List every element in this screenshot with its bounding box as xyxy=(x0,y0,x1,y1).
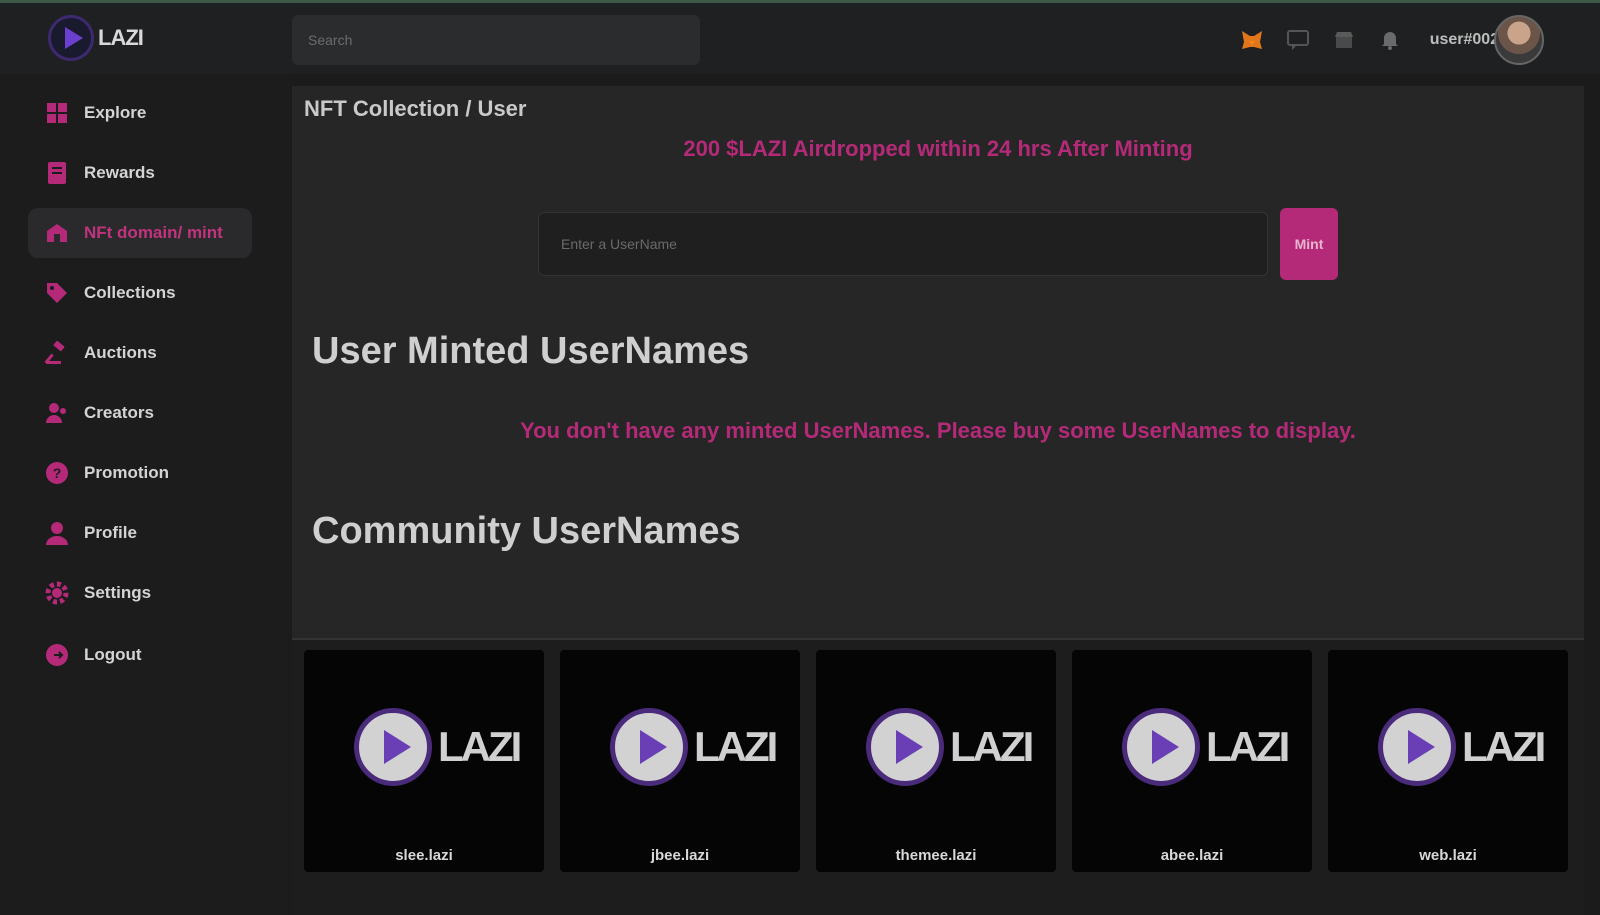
sidebar-item-explore[interactable]: Explore xyxy=(28,88,252,138)
sidebar-item-auctions[interactable]: Auctions xyxy=(28,328,252,378)
avatar[interactable] xyxy=(1494,15,1544,65)
tag-icon xyxy=(44,280,70,306)
chat-icon[interactable] xyxy=(1286,28,1310,52)
username-card[interactable]: LAZI themee.lazi xyxy=(816,650,1056,872)
explore-icon xyxy=(44,100,70,126)
sidebar-item-label: Profile xyxy=(84,523,137,542)
community-heading: Community UserNames xyxy=(312,510,741,552)
card-username: web.lazi xyxy=(1419,847,1477,864)
lazi-logo-icon: LAZI xyxy=(1122,708,1290,786)
sidebar-item-label: Creators xyxy=(84,403,154,422)
sidebar-item-nft-domain-mint[interactable]: NFt domain/ mint xyxy=(28,208,252,258)
promo-banner: 200 $LAZI Airdropped within 24 hrs After… xyxy=(683,136,1193,161)
bell-icon[interactable] xyxy=(1378,28,1402,52)
sidebar-item-label: Promotion xyxy=(84,463,169,482)
app-logo[interactable]: LAZI xyxy=(48,12,148,64)
sidebar: Explore Rewards NFt domain/ mint Collect… xyxy=(0,74,290,915)
gear-icon xyxy=(44,580,70,606)
sidebar-item-label: NFt domain/ mint xyxy=(84,223,223,242)
sidebar-item-collections[interactable]: Collections xyxy=(28,268,252,318)
sidebar-item-label: Auctions xyxy=(84,343,157,362)
card-username: jbee.lazi xyxy=(650,847,710,864)
sidebar-item-label: Rewards xyxy=(84,163,155,182)
search-input[interactable] xyxy=(292,15,700,65)
lazi-logo-icon: LAZI xyxy=(610,708,778,786)
username-card[interactable]: LAZI slee.lazi xyxy=(304,650,544,872)
card-username: slee.lazi xyxy=(395,847,453,864)
card-username: abee.lazi xyxy=(1160,847,1224,864)
mint-button[interactable]: Mint xyxy=(1280,208,1338,280)
mint-form: Mint xyxy=(538,208,1338,280)
sidebar-item-profile[interactable]: Profile xyxy=(28,508,252,558)
gavel-icon xyxy=(44,340,70,366)
lazi-logo-icon: LAZI xyxy=(1378,708,1546,786)
sidebar-item-creators[interactable]: Creators xyxy=(28,388,252,438)
top-icons: user#0027 xyxy=(1240,23,1508,57)
lazi-logo-icon: LAZI xyxy=(866,708,1034,786)
sidebar-item-rewards[interactable]: Rewards xyxy=(28,148,252,198)
card-username: themee.lazi xyxy=(895,847,977,864)
main-content: NFT Collection / User 200 $LAZI Airdropp… xyxy=(292,86,1584,915)
rewards-icon xyxy=(44,160,70,186)
sidebar-item-promotion[interactable]: ? Promotion xyxy=(28,448,252,498)
metamask-icon[interactable] xyxy=(1240,28,1264,52)
logout-icon xyxy=(44,642,70,668)
empty-state-message: You don't have any minted UserNames. Ple… xyxy=(520,418,1356,443)
username-card[interactable]: LAZI web.lazi xyxy=(1328,650,1568,872)
top-bar: LAZI user#0027 xyxy=(0,0,1600,74)
sidebar-item-settings[interactable]: Settings xyxy=(28,568,252,618)
creators-icon xyxy=(44,400,70,426)
sidebar-item-label: Explore xyxy=(84,103,147,122)
svg-text:?: ? xyxy=(53,465,62,481)
user-icon xyxy=(44,520,70,546)
sidebar-item-label: Settings xyxy=(84,583,152,602)
community-usernames-grid: LAZI slee.lazi LAZI jbee.lazi LAZI theme… xyxy=(292,638,1584,915)
username-card[interactable]: LAZI abee.lazi xyxy=(1072,650,1312,872)
domain-icon xyxy=(44,220,70,246)
store-icon[interactable] xyxy=(1332,28,1356,52)
lazi-logo-icon: LAZI xyxy=(354,708,522,786)
sidebar-item-label: Collections xyxy=(84,283,176,302)
promotion-icon: ? xyxy=(44,460,70,486)
logo-text: LAZI xyxy=(98,25,144,50)
sidebar-item-logout[interactable]: Logout xyxy=(28,630,252,680)
breadcrumb: NFT Collection / User xyxy=(304,96,527,121)
username-card[interactable]: LAZI jbee.lazi xyxy=(560,650,800,872)
logo-play-icon xyxy=(48,15,94,61)
username-input[interactable] xyxy=(538,212,1268,276)
user-minted-heading: User Minted UserNames xyxy=(312,330,750,372)
sidebar-item-label: Logout xyxy=(84,645,142,664)
